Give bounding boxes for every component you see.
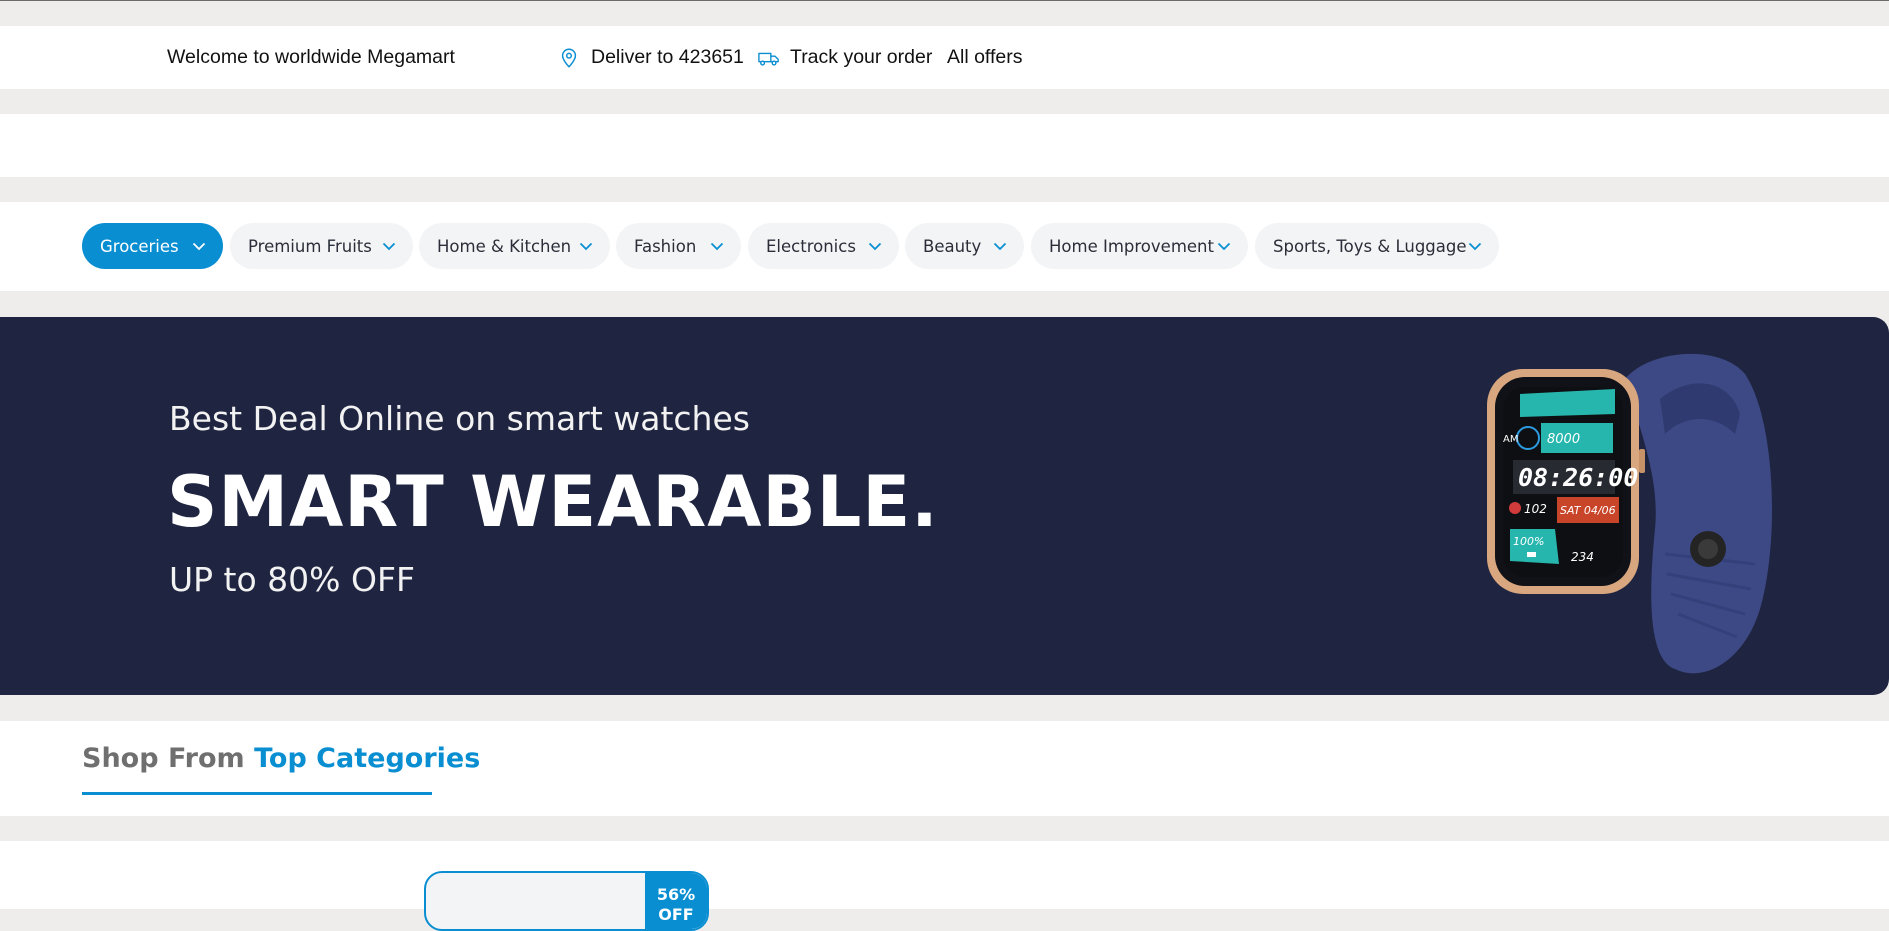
discount-percent: 56% bbox=[656, 885, 696, 904]
all-offers-link[interactable]: All offers bbox=[947, 26, 1023, 89]
section-title: Shop From Top Categories bbox=[82, 743, 480, 774]
deliver-to-link[interactable]: Deliver to 423651 bbox=[591, 26, 744, 89]
top-info-bar: Welcome to worldwide Megamart Deliver to… bbox=[0, 26, 1889, 89]
category-premium-fruits[interactable]: Premium Fruits bbox=[230, 223, 413, 269]
hero-title: SMART WEARABLE. bbox=[167, 461, 939, 543]
chevron-down-icon bbox=[1468, 242, 1482, 251]
category-beauty[interactable]: Beauty bbox=[905, 223, 1024, 269]
discount-label: OFF bbox=[658, 905, 694, 924]
category-label: Fashion bbox=[634, 236, 697, 256]
category-home-kitchen[interactable]: Home & Kitchen bbox=[419, 223, 610, 269]
header-band bbox=[0, 114, 1889, 177]
product-strip: 56% OFF bbox=[0, 841, 1889, 931]
chevron-down-icon bbox=[993, 242, 1007, 251]
truck-icon bbox=[758, 52, 779, 66]
watch-ampm: AM bbox=[1503, 434, 1518, 445]
chevron-down-icon bbox=[192, 242, 206, 251]
location-pin-icon bbox=[561, 48, 577, 68]
watch-heart: 102 bbox=[1524, 502, 1547, 516]
discount-badge: 56% OFF bbox=[645, 873, 707, 929]
welcome-text: Welcome to worldwide Megamart bbox=[167, 46, 455, 68]
chevron-down-icon bbox=[710, 242, 724, 251]
category-groceries[interactable]: Groceries bbox=[82, 223, 223, 269]
product-card[interactable]: 56% OFF bbox=[424, 871, 709, 931]
window-top-edge bbox=[0, 0, 1889, 1]
top-categories-section: Shop From Top Categories bbox=[0, 721, 1889, 816]
chevron-down-icon bbox=[579, 242, 593, 251]
section-underline bbox=[82, 792, 432, 795]
category-label: Sports, Toys & Luggage bbox=[1273, 236, 1467, 256]
watch-steps: 8000 bbox=[1547, 432, 1580, 447]
category-label: Electronics bbox=[766, 236, 856, 256]
category-label: Premium Fruits bbox=[248, 236, 372, 256]
hero-subtitle: Best Deal Online on smart watches bbox=[169, 399, 750, 438]
category-sports-toys-luggage[interactable]: Sports, Toys & Luggage bbox=[1255, 223, 1499, 269]
hero-banner[interactable]: Best Deal Online on smart watches SMART … bbox=[0, 317, 1889, 695]
watch-battery: 100% bbox=[1513, 535, 1544, 548]
smartwatch-image: AM 8000 08:26:00 102 SAT 04/06 100% 234 bbox=[1487, 353, 1772, 674]
track-order-link[interactable]: Track your order bbox=[790, 26, 932, 89]
category-home-improvement[interactable]: Home Improvement bbox=[1031, 223, 1248, 269]
chevron-down-icon bbox=[868, 242, 882, 251]
hero-offer: UP to 80% OFF bbox=[169, 560, 415, 599]
section-title-prefix: Shop From bbox=[82, 743, 245, 774]
chevron-down-icon bbox=[1217, 242, 1231, 251]
watch-calories: 234 bbox=[1571, 550, 1594, 564]
category-electronics[interactable]: Electronics bbox=[748, 223, 899, 269]
category-fashion[interactable]: Fashion bbox=[616, 223, 741, 269]
watch-time: 08:26:00 bbox=[1518, 463, 1638, 492]
category-label: Beauty bbox=[923, 236, 982, 256]
section-title-highlight: Top Categories bbox=[254, 743, 481, 774]
category-label: Home Improvement bbox=[1049, 236, 1214, 256]
category-nav: Groceries Premium Fruits Home & Kitchen … bbox=[0, 202, 1889, 291]
category-label: Home & Kitchen bbox=[437, 236, 572, 256]
watch-date: SAT 04/06 bbox=[1560, 504, 1616, 517]
chevron-down-icon bbox=[382, 242, 396, 251]
category-label: Groceries bbox=[100, 236, 179, 256]
